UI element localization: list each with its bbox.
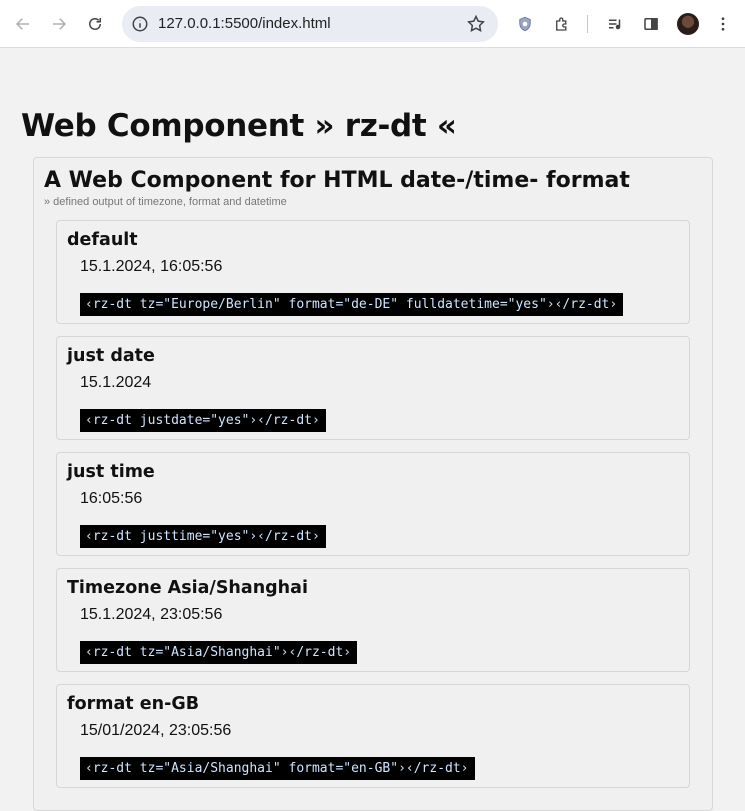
example-heading: just time [67, 462, 155, 482]
example-code: ‹rz-dt justdate="yes"›‹/rz-dt› [80, 409, 326, 432]
address-bar[interactable]: 127.0.0.1:5500/index.html [122, 6, 498, 42]
example-card: Timezone Asia/Shanghai 15.1.2024, 23:05:… [56, 568, 690, 672]
example-output: 16:05:56 [80, 490, 143, 507]
profile-avatar[interactable] [677, 13, 699, 35]
playlist-icon [609, 19, 621, 30]
side-panel-icon [644, 18, 658, 30]
example-card: just date 15.1.2024 ‹rz-dt justdate="yes… [56, 336, 690, 440]
page-title: Web Component » rz-dt « [21, 108, 457, 144]
back-button[interactable] [9, 10, 37, 38]
extensions-button[interactable] [548, 10, 576, 38]
example-heading: format en-GB [67, 694, 200, 714]
example-heading: Timezone Asia/Shanghai [67, 578, 308, 598]
media-control-button[interactable] [601, 10, 629, 38]
arrow-right-icon [53, 18, 67, 30]
forward-button[interactable] [45, 10, 73, 38]
example-heading: just date [67, 346, 155, 366]
site-info-icon[interactable] [130, 14, 150, 34]
side-panel-button[interactable] [637, 10, 665, 38]
example-code: ‹rz-dt tz="Europe/Berlin" format="de-DE"… [80, 293, 624, 316]
toolbar-separator [587, 15, 588, 33]
example-code: ‹rz-dt justtime="yes"›‹/rz-dt› [80, 525, 326, 548]
example-output: 15.1.2024, 16:05:56 [80, 258, 223, 275]
section-title: A Web Component for HTML date-/time- for… [44, 168, 630, 193]
reload-button[interactable] [81, 10, 109, 38]
example-card: just time 16:05:56 ‹rz-dt justtime="yes"… [56, 452, 690, 556]
reload-icon [89, 18, 101, 30]
example-code: ‹rz-dt tz="Asia/Shanghai" format="en-GB"… [80, 757, 475, 780]
bookmark-star-icon[interactable] [466, 14, 486, 34]
url-text[interactable]: 127.0.0.1:5500/index.html [158, 15, 331, 32]
puzzle-icon [556, 17, 567, 31]
example-output: 15.1.2024, 23:05:56 [80, 606, 223, 623]
extension-shield-button[interactable] [511, 10, 539, 38]
example-output: 15.1.2024 [80, 374, 152, 391]
component-section: A Web Component for HTML date-/time- for… [33, 157, 713, 811]
browser-toolbar: 127.0.0.1:5500/index.html [0, 0, 745, 48]
browser-menu-button[interactable] [709, 10, 737, 38]
example-card: format en-GB 15/01/2024, 23:05:56 ‹rz-dt… [56, 684, 690, 788]
shield-icon [519, 16, 531, 32]
example-output: 15/01/2024, 23:05:56 [80, 722, 232, 739]
kebab-menu-icon [721, 17, 725, 31]
example-code: ‹rz-dt tz="Asia/Shanghai"›‹/rz-dt› [80, 641, 358, 664]
example-card: default 15.1.2024, 16:05:56 ‹rz-dt tz="E… [56, 220, 690, 324]
arrow-left-icon [15, 18, 29, 30]
section-subtitle: » defined output of timezone, format and… [44, 196, 287, 208]
example-heading: default [67, 230, 138, 250]
